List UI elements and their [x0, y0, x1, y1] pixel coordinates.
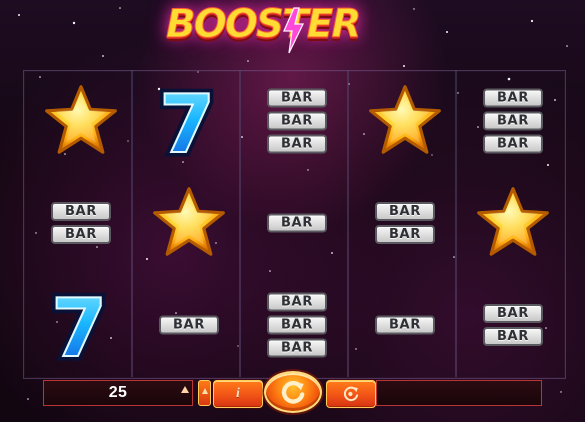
bar-tile: BAR	[483, 134, 543, 154]
bar-tile: BAR	[267, 213, 327, 233]
lightning-icon	[283, 7, 305, 54]
bar-symbol: BAR BAR	[51, 202, 111, 244]
game-logo: BOOSTER	[154, 0, 432, 67]
bar-symbol: BAR	[159, 315, 219, 335]
bar-tile: BAR	[267, 292, 327, 312]
star-icon	[45, 85, 117, 154]
bar-tile: BAR	[267, 315, 327, 335]
svg-text:7: 7	[159, 79, 215, 163]
bar-symbol: BAR BAR BAR	[483, 88, 543, 154]
reel-cell: BAR BAR BAR	[243, 70, 351, 172]
bar-tile: BAR	[51, 225, 111, 244]
reel-cell: BAR BAR BAR	[243, 274, 351, 376]
bar-tile: BAR	[483, 327, 543, 346]
info-icon: i	[236, 386, 240, 401]
bet-value: 25	[108, 384, 128, 401]
info-button[interactable]: i	[213, 380, 263, 408]
bar-tile: BAR	[483, 88, 543, 108]
reel-cell	[351, 70, 459, 172]
bet-increase-button[interactable]	[198, 380, 211, 406]
reel-cell: BAR	[135, 274, 243, 376]
star-icon	[153, 187, 225, 256]
star-icon	[369, 85, 441, 154]
reel-cell: 7 7	[27, 274, 135, 376]
autoplay-button[interactable]	[326, 380, 376, 408]
reel-cell: BAR BAR	[459, 274, 567, 376]
seven-icon: 7 7	[156, 79, 220, 163]
bar-tile: BAR	[267, 111, 327, 131]
reel-cell	[459, 172, 567, 274]
reel-cell	[135, 172, 243, 274]
reel-cell: BAR	[243, 172, 351, 274]
bar-symbol: BAR	[267, 213, 327, 233]
reel-cell	[27, 70, 135, 172]
logo-text: BOOSTER	[165, 2, 361, 47]
autoplay-icon	[343, 386, 359, 402]
bar-tile: BAR	[267, 338, 327, 358]
reel-cell: BAR BAR	[351, 172, 459, 274]
bet-display: 25	[43, 380, 193, 406]
bar-tile: BAR	[375, 202, 435, 221]
reel-cell: BAR BAR	[27, 172, 135, 274]
reel-cell: BAR	[351, 274, 459, 376]
bar-tile: BAR	[375, 225, 435, 244]
bar-symbol: BAR BAR BAR	[267, 292, 327, 358]
game-stage: BOOSTER BAR BAR 7 7 7 7 BAR BAR BAR BAR …	[0, 0, 585, 422]
reel-cell: 7 7	[135, 70, 243, 172]
seven-icon: 7 7	[48, 283, 112, 367]
bar-tile: BAR	[267, 134, 327, 154]
message-box	[376, 380, 542, 406]
bar-tile: BAR	[375, 315, 435, 335]
bar-tile: BAR	[51, 202, 111, 221]
reel-cell: BAR BAR BAR	[459, 70, 567, 172]
bet-up-icon	[181, 386, 189, 393]
bar-symbol: BAR BAR	[483, 304, 543, 346]
star-icon	[477, 187, 549, 256]
bar-tile: BAR	[159, 315, 219, 335]
svg-text:7: 7	[51, 283, 107, 367]
bar-symbol: BAR BAR BAR	[267, 88, 327, 154]
bar-symbol: BAR BAR	[375, 202, 435, 244]
bar-tile: BAR	[483, 304, 543, 323]
bottom-controls: 25 i	[43, 371, 542, 413]
bar-tile: BAR	[483, 111, 543, 131]
bar-tile: BAR	[267, 88, 327, 108]
spin-icon	[281, 380, 305, 404]
spin-button[interactable]	[264, 371, 322, 413]
bar-symbol: BAR	[375, 315, 435, 335]
